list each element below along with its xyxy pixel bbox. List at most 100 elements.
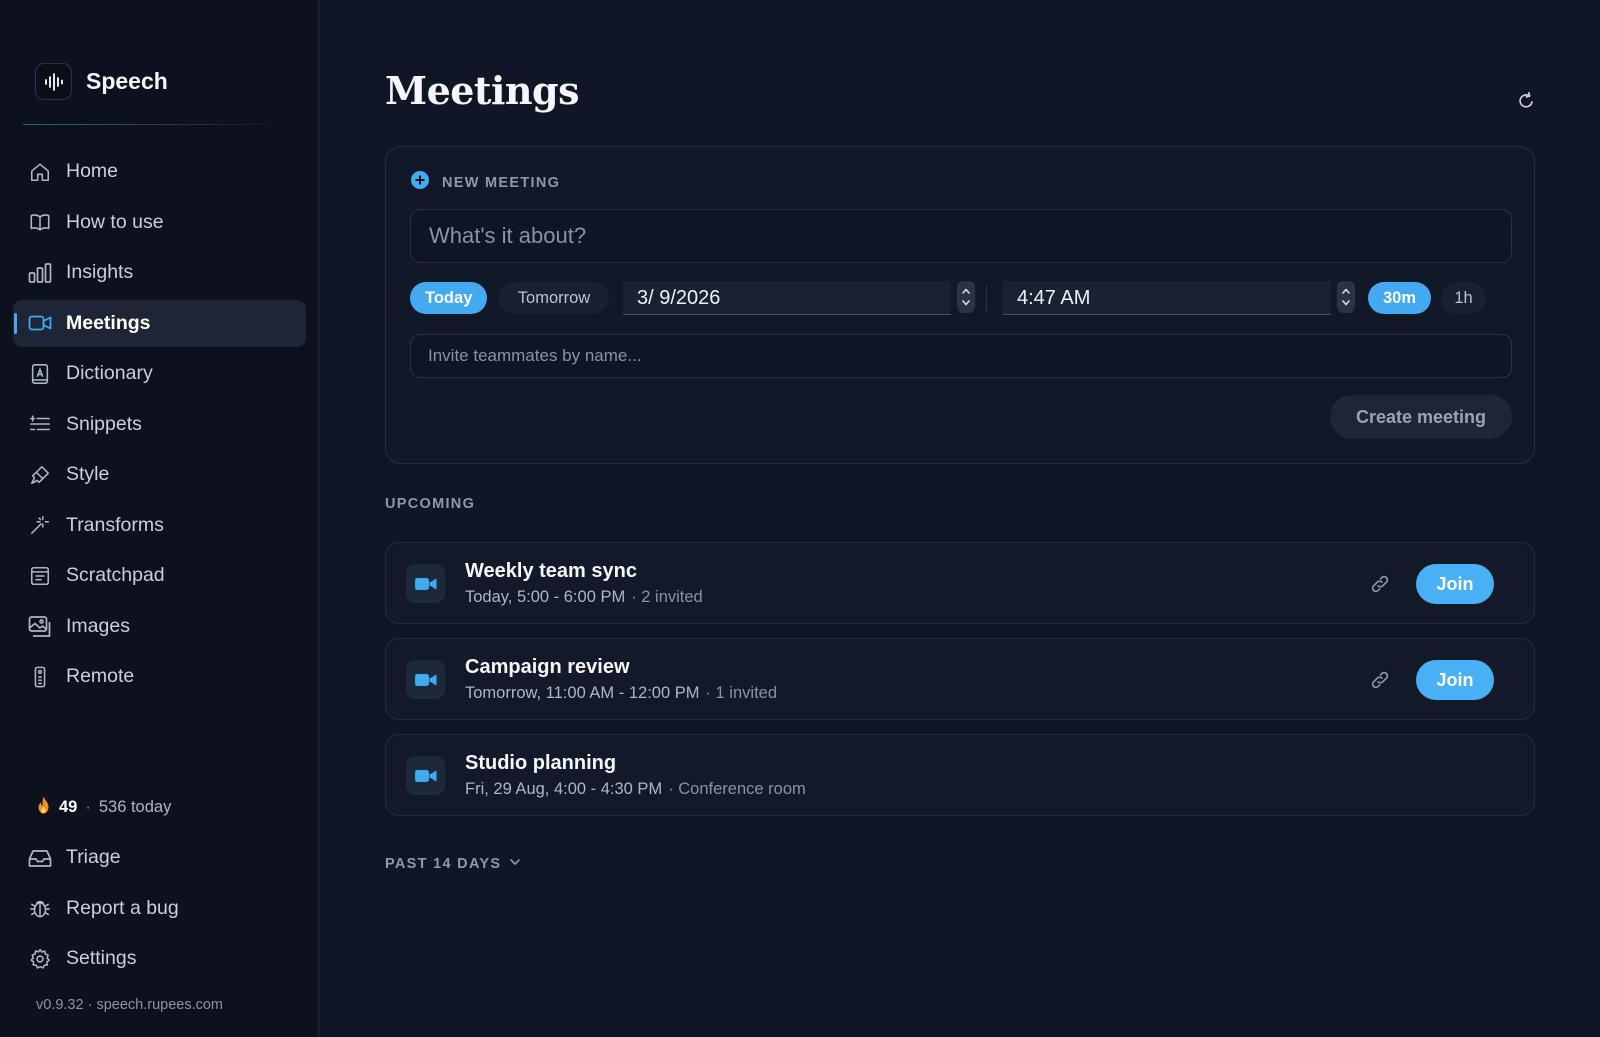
sidebar-item-snippets[interactable]: Snippets (13, 401, 306, 448)
sidebar-item-label: Report a bug (66, 896, 179, 919)
sidebar-nav: Home How to use Insights Meetings Dictio… (13, 148, 306, 704)
day-option-tomorrow[interactable]: Tomorrow (499, 282, 609, 314)
sidebar-item-label: Home (66, 160, 119, 182)
inbox-icon (28, 846, 52, 870)
brush-icon (28, 463, 52, 487)
new-meeting-heading: NEW MEETING (442, 174, 561, 191)
waveform-logo-icon (35, 63, 72, 100)
sidebar-item-label: Meetings (66, 311, 151, 334)
refresh-icon[interactable] (1515, 90, 1537, 112)
meeting-title: Weekly team sync (465, 560, 637, 582)
meeting-invited: · 1 invited (705, 684, 778, 702)
meeting-time: Fri, 29 Aug, 4:00 - 4:30 PM (465, 780, 663, 798)
meeting-row[interactable]: Studio planning Fri, 29 Aug, 4:00 - 4:30… (385, 734, 1535, 816)
bar-chart-icon (28, 261, 52, 285)
date-stepper[interactable] (957, 281, 975, 313)
page-title: Meetings (385, 68, 580, 113)
remote-icon (28, 665, 52, 689)
date-field[interactable]: 3/ 9/2026 (623, 281, 951, 315)
new-meeting-card: NEW MEETING What's it about? Today Tomor… (385, 146, 1535, 464)
sidebar-item-insights[interactable]: Insights (13, 249, 306, 296)
sidebar-item-meetings[interactable]: Meetings (13, 299, 306, 347)
streak-separator: · (85, 798, 91, 816)
sidebar-item-how-to-use[interactable]: How to use (13, 199, 306, 246)
create-meeting-button[interactable]: Create meeting (1330, 395, 1512, 439)
upcoming-heading: UPCOMING (385, 496, 476, 512)
time-field[interactable]: 4:47 AM (1003, 281, 1331, 315)
streak-counter: 49 · 536 today (36, 796, 171, 819)
meeting-row[interactable]: Weekly team sync Today, 5:00 - 6:00 PM · … (385, 542, 1535, 624)
dictionary-icon (28, 362, 52, 386)
duration-option-1h[interactable]: 1h (1441, 282, 1486, 314)
sidebar-item-label: Triage (66, 846, 121, 868)
plus-circle-icon (410, 170, 430, 195)
gear-icon (28, 947, 52, 971)
new-meeting-header: NEW MEETING (410, 170, 560, 195)
link-icon[interactable] (1369, 573, 1391, 595)
meeting-time: Today, 5:00 - 6:00 PM (465, 588, 626, 606)
sidebar-item-label: Transforms (66, 513, 164, 536)
images-icon (28, 614, 52, 638)
brand-divider (23, 124, 293, 125)
schedule-row: Today Tomorrow 3/ 9/2026 4:47 AM 30m 1h (410, 281, 1512, 315)
meeting-title: Campaign review (465, 656, 630, 678)
field-divider (986, 285, 987, 311)
book-icon (28, 210, 52, 234)
magic-wand-icon (28, 513, 52, 537)
video-camera-icon (406, 756, 445, 795)
meeting-row[interactable]: Campaign review Tomorrow, 11:00 AM - 12:… (385, 638, 1535, 720)
main-content: Meetings NEW MEETING What's it about? To… (319, 0, 1600, 1037)
sidebar-item-style[interactable]: Style (13, 451, 306, 498)
version-info[interactable]: v0.9.32 · speech.rupees.com (36, 997, 223, 1013)
sidebar-item-dictionary[interactable]: Dictionary (13, 350, 306, 397)
sidebar-item-images[interactable]: Images (13, 603, 306, 650)
time-stepper[interactable] (1337, 281, 1355, 313)
meeting-details: Fri, 29 Aug, 4:00 - 4:30 PM · Conference … (465, 780, 806, 799)
invite-input[interactable]: Invite teammates by name... (410, 334, 1512, 378)
join-button[interactable]: Join (1416, 564, 1494, 604)
sidebar-item-triage[interactable]: Triage (13, 834, 306, 881)
meeting-time: Tomorrow, 11:00 AM - 12:00 PM (465, 684, 700, 702)
snippets-icon (28, 412, 52, 436)
sidebar-item-label: How to use (66, 210, 164, 233)
sidebar-item-report-bug[interactable]: Report a bug (13, 885, 306, 932)
brand[interactable]: Speech (35, 63, 168, 100)
sidebar-item-label: Style (66, 463, 110, 485)
meeting-invited: · 2 invited (631, 588, 703, 606)
sidebar-item-settings[interactable]: Settings (13, 935, 306, 982)
duration-option-30m[interactable]: 30m (1368, 282, 1431, 314)
sidebar-item-home[interactable]: Home (13, 148, 306, 195)
video-camera-icon (406, 660, 445, 699)
sidebar-bottom-nav: Triage Report a bug Settings (13, 834, 306, 986)
streak-today: 536 today (98, 798, 172, 816)
sidebar-item-remote[interactable]: Remote (13, 653, 306, 700)
notepad-icon (28, 564, 52, 588)
past-days-label: PAST 14 DAYS (385, 856, 502, 872)
meeting-details: Today, 5:00 - 6:00 PM · 2 invited (465, 588, 703, 607)
sidebar-item-label: Settings (66, 947, 137, 969)
sidebar-item-label: Snippets (66, 412, 142, 435)
home-icon (28, 160, 52, 184)
link-icon[interactable] (1369, 669, 1391, 691)
meeting-topic-input[interactable]: What's it about? (410, 209, 1512, 263)
sidebar-item-label: Dictionary (66, 362, 153, 384)
video-camera-icon (28, 311, 52, 335)
sidebar-item-label: Scratchpad (66, 564, 165, 586)
sidebar-item-label: Images (66, 614, 130, 637)
meeting-location: · Conference room (668, 780, 806, 798)
sidebar-item-label: Remote (66, 665, 135, 687)
video-camera-icon (406, 564, 445, 603)
join-button[interactable]: Join (1416, 660, 1494, 700)
fire-icon (36, 796, 51, 819)
sidebar-item-scratchpad[interactable]: Scratchpad (13, 552, 306, 599)
meeting-title: Studio planning (465, 752, 617, 774)
day-option-today[interactable]: Today (410, 282, 487, 314)
past-days-toggle[interactable]: PAST 14 DAYS (385, 856, 521, 872)
chevron-down-icon (509, 856, 521, 872)
sidebar: Speech Home How to use Insights Meetings… (0, 0, 319, 1037)
app-name: Speech (86, 68, 168, 94)
sidebar-item-label: Insights (66, 261, 134, 283)
sidebar-item-transforms[interactable]: Transforms (13, 502, 306, 549)
bug-icon (28, 896, 52, 920)
meeting-details: Tomorrow, 11:00 AM - 12:00 PM · 1 invited (465, 684, 777, 703)
